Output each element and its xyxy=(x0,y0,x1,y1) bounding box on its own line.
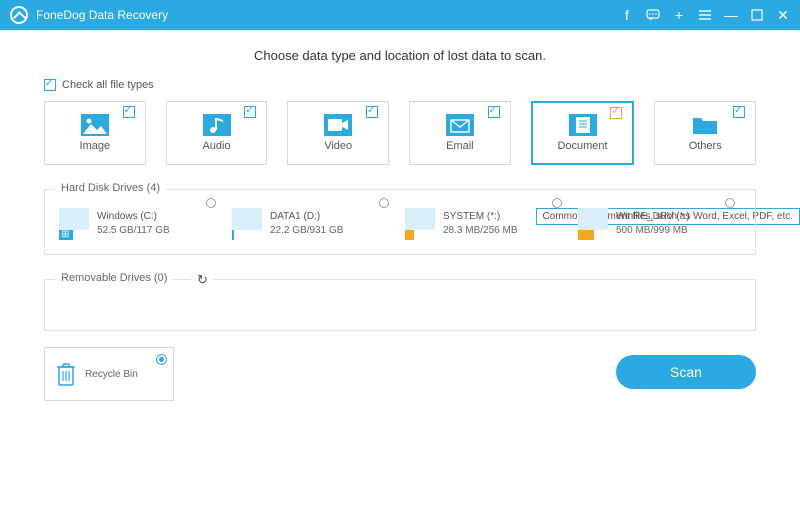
app-logo-icon xyxy=(10,6,28,24)
titlebar: FoneDog Data Recovery f + — ✕ xyxy=(0,0,800,30)
drive-item[interactable]: SYSTEM (*:)28.3 MB/256 MB xyxy=(405,208,568,240)
trash-icon xyxy=(55,361,77,387)
facebook-icon[interactable]: f xyxy=(620,8,634,22)
removable-legend: Removable Drives (0) xyxy=(55,272,173,284)
drive-icon xyxy=(578,208,608,240)
type-checkbox-image[interactable] xyxy=(123,106,135,118)
check-all-label: Check all file types xyxy=(62,79,154,91)
drive-icon: ⊞ xyxy=(59,208,89,240)
drive-radio[interactable] xyxy=(725,198,735,208)
maximize-icon[interactable] xyxy=(750,8,764,22)
type-card-image[interactable]: Image xyxy=(44,101,146,165)
type-checkbox-others[interactable] xyxy=(733,106,745,118)
drive-info: DATA1 (D:)22.2 GB/931 GB xyxy=(270,210,343,238)
close-icon[interactable]: ✕ xyxy=(776,8,790,22)
feedback-icon[interactable] xyxy=(646,8,660,22)
drive-radio[interactable] xyxy=(379,198,389,208)
drive-size: 500 MB/999 MB xyxy=(616,224,690,238)
drive-size: 52.5 GB/117 GB xyxy=(97,224,170,238)
check-all-row[interactable]: Check all file types xyxy=(44,79,756,91)
drive-info: Windows (C:)52.5 GB/117 GB xyxy=(97,210,170,238)
drive-list: ⊞ Windows (C:)52.5 GB/117 GB DATA1 (D:)22.… xyxy=(59,208,741,240)
check-all-checkbox[interactable] xyxy=(44,79,56,91)
drive-icon xyxy=(405,208,435,240)
others-icon xyxy=(691,114,719,136)
type-card-document[interactable]: Document xyxy=(531,101,635,165)
type-label-video: Video xyxy=(324,140,352,152)
audio-icon xyxy=(203,114,231,136)
recycle-bin-card[interactable]: Recycle Bin xyxy=(44,347,174,401)
page-heading: Choose data type and location of lost da… xyxy=(44,48,756,63)
drive-name: Windows (C:) xyxy=(97,210,170,224)
drive-item[interactable]: WinRE_DRV (*:)500 MB/999 MB xyxy=(578,208,741,240)
type-label-audio: Audio xyxy=(202,140,230,152)
drive-icon xyxy=(232,208,262,240)
hdd-legend: Hard Disk Drives (4) xyxy=(55,182,166,194)
email-icon xyxy=(446,114,474,136)
scan-button[interactable]: Scan xyxy=(616,355,756,389)
drive-item[interactable]: DATA1 (D:)22.2 GB/931 GB xyxy=(232,208,395,240)
drive-radio[interactable] xyxy=(552,198,562,208)
drive-size: 28.3 MB/256 MB xyxy=(443,224,517,238)
type-label-image: Image xyxy=(80,140,111,152)
drive-size: 22.2 GB/931 GB xyxy=(270,224,343,238)
file-type-grid: Image Audio Video Email Document Others xyxy=(44,101,756,165)
window-controls: f + — ✕ xyxy=(620,8,790,22)
hard-disk-section: Hard Disk Drives (4) ⊞Windows (C:)52.5 G… xyxy=(44,189,756,255)
drive-info: WinRE_DRV (*:)500 MB/999 MB xyxy=(616,210,690,238)
type-checkbox-video[interactable] xyxy=(366,106,378,118)
type-checkbox-email[interactable] xyxy=(488,106,500,118)
video-icon xyxy=(324,114,352,136)
document-icon xyxy=(569,114,597,136)
type-checkbox-audio[interactable] xyxy=(244,106,256,118)
image-icon xyxy=(81,114,109,136)
drive-item[interactable]: ⊞ Windows (C:)52.5 GB/117 GB xyxy=(59,208,222,240)
menu-icon[interactable] xyxy=(698,8,712,22)
type-label-document: Document xyxy=(557,140,607,152)
type-label-email: Email xyxy=(446,140,474,152)
drive-info: SYSTEM (*:)28.3 MB/256 MB xyxy=(443,210,517,238)
recycle-label: Recycle Bin xyxy=(85,369,138,380)
type-label-others: Others xyxy=(689,140,722,152)
type-card-audio[interactable]: Audio xyxy=(166,101,268,165)
app-title: FoneDog Data Recovery xyxy=(36,8,168,22)
recycle-radio[interactable] xyxy=(156,354,167,365)
minimize-icon[interactable]: — xyxy=(724,8,738,22)
removable-section: Removable Drives (0) ↻ xyxy=(44,279,756,331)
plus-icon[interactable]: + xyxy=(672,8,686,22)
type-card-email[interactable]: Email xyxy=(409,101,511,165)
refresh-icon[interactable]: ↻ xyxy=(191,272,214,288)
drive-name: DATA1 (D:) xyxy=(270,210,343,224)
scan-label: Scan xyxy=(670,364,702,380)
drive-name: SYSTEM (*:) xyxy=(443,210,517,224)
drive-radio[interactable] xyxy=(206,198,216,208)
drive-name: WinRE_DRV (*:) xyxy=(616,210,690,224)
type-checkbox-document[interactable] xyxy=(610,107,622,119)
type-card-video[interactable]: Video xyxy=(287,101,389,165)
type-card-others[interactable]: Others xyxy=(654,101,756,165)
